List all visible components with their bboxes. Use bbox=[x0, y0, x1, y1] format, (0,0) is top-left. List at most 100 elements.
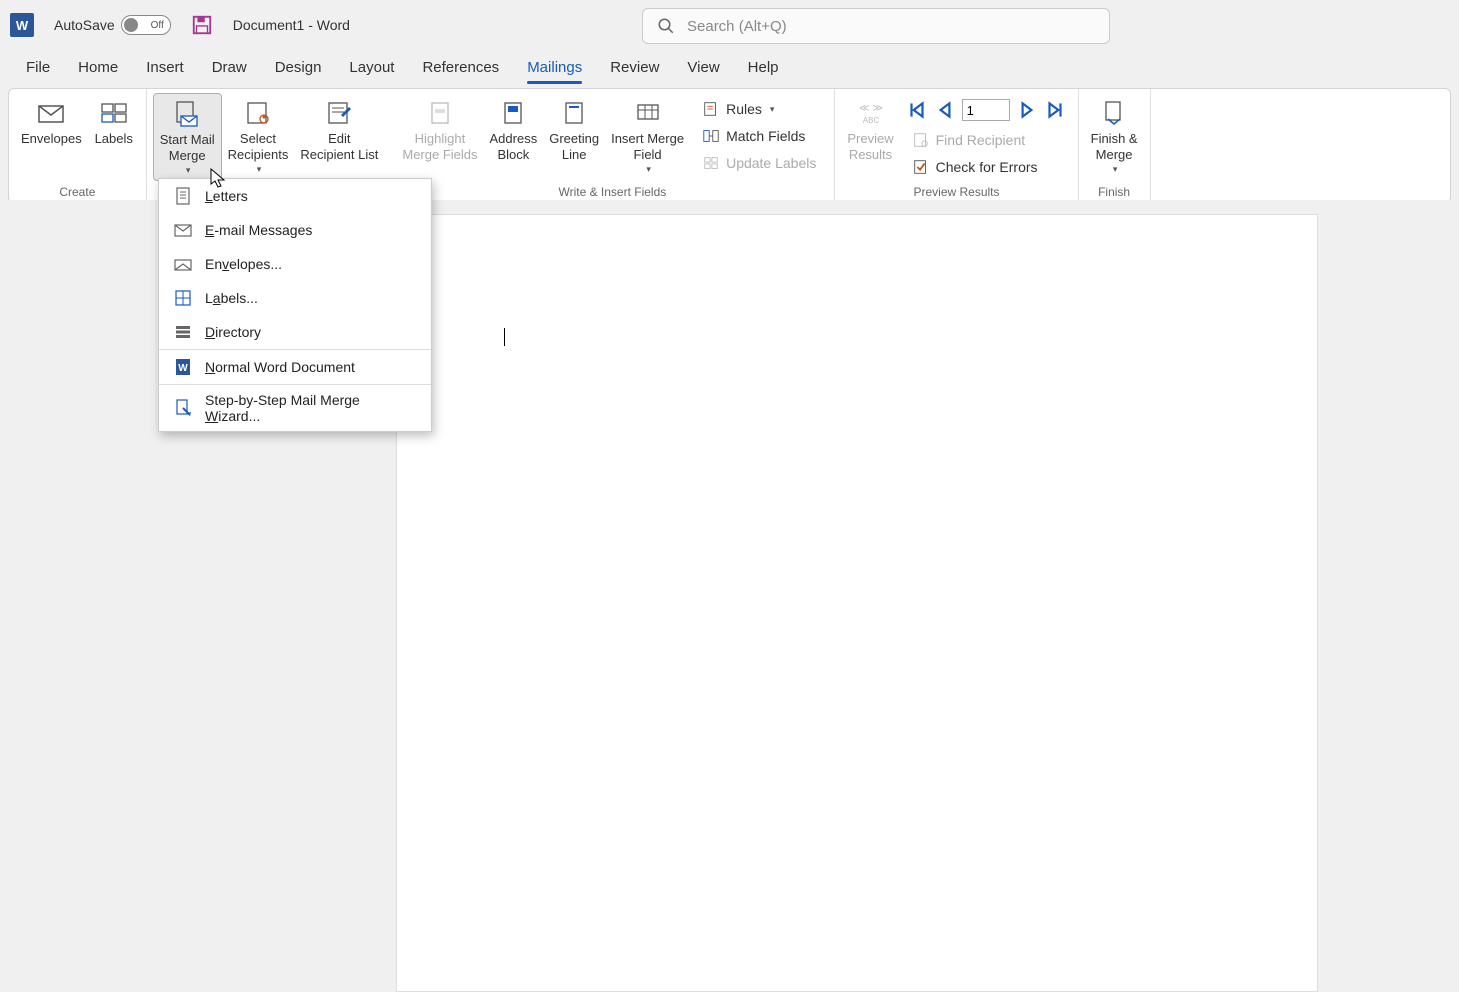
document-page[interactable] bbox=[396, 214, 1318, 992]
search-placeholder: Search (Alt+Q) bbox=[687, 18, 787, 35]
dropdown-item-label: Labels... bbox=[205, 290, 258, 306]
find-recipient-icon bbox=[912, 131, 930, 149]
highlight-label: Highlight Merge Fields bbox=[402, 131, 477, 164]
tab-layout[interactable]: Layout bbox=[335, 53, 408, 82]
last-record-button[interactable] bbox=[1044, 99, 1066, 121]
envelope-icon bbox=[35, 97, 67, 129]
edit-recipient-list-label: Edit Recipient List bbox=[300, 131, 378, 164]
check-errors-icon bbox=[912, 158, 930, 176]
update-labels-button[interactable]: Update Labels bbox=[696, 151, 822, 175]
match-fields-label: Match Fields bbox=[726, 128, 805, 144]
select-recipients-label: Select Recipients bbox=[228, 131, 289, 164]
dropdown-item-label: Directory bbox=[205, 324, 261, 340]
find-recipient-button[interactable]: Find Recipient bbox=[906, 128, 1066, 152]
tab-insert[interactable]: Insert bbox=[132, 53, 198, 82]
group-create: Envelopes Labels Create bbox=[9, 89, 147, 202]
update-labels-label: Update Labels bbox=[726, 155, 816, 171]
highlight-merge-fields-button[interactable]: Highlight Merge Fields bbox=[396, 93, 483, 168]
highlight-icon bbox=[424, 97, 456, 129]
save-icon[interactable] bbox=[191, 14, 213, 36]
dropdown-directory[interactable]: Directory bbox=[159, 315, 431, 349]
dropdown-item-label: Step-by-Step Mail Merge Wizard... bbox=[205, 392, 417, 424]
match-fields-button[interactable]: Match Fields bbox=[696, 124, 822, 148]
tab-design[interactable]: Design bbox=[261, 53, 336, 82]
search-icon bbox=[657, 17, 675, 35]
tab-view[interactable]: View bbox=[673, 53, 733, 82]
first-record-button[interactable] bbox=[906, 99, 928, 121]
wizard-icon bbox=[173, 398, 193, 418]
rules-icon bbox=[702, 100, 720, 118]
tab-file[interactable]: File bbox=[12, 53, 64, 82]
dropdown-wizard[interactable]: Step-by-Step Mail Merge Wizard... bbox=[159, 385, 431, 431]
dropdown-labels[interactable]: Labels... bbox=[159, 281, 431, 315]
svg-text:ABC: ABC bbox=[862, 116, 879, 125]
labels-icon bbox=[98, 97, 130, 129]
finish-merge-icon bbox=[1098, 97, 1130, 129]
chevron-down-icon: ▾ bbox=[257, 164, 262, 175]
preview-results-button[interactable]: ≪ ≫ABC Preview Results bbox=[841, 93, 899, 168]
start-mail-merge-dropdown: Letters E-mail Messages Envelopes... Lab… bbox=[158, 178, 432, 432]
text-cursor bbox=[504, 328, 505, 346]
labels-icon bbox=[173, 288, 193, 308]
insert-merge-field-icon bbox=[632, 97, 664, 129]
rules-label: Rules bbox=[726, 101, 762, 117]
dropdown-email[interactable]: E-mail Messages bbox=[159, 213, 431, 247]
address-block-button[interactable]: Address Block bbox=[484, 93, 544, 168]
dropdown-item-label: Letters bbox=[205, 188, 248, 204]
group-finish: Finish & Merge▾ Finish bbox=[1079, 89, 1151, 202]
search-box[interactable]: Search (Alt+Q) bbox=[642, 8, 1110, 44]
chevron-down-icon: ▾ bbox=[770, 104, 775, 115]
autosave-knob bbox=[124, 18, 138, 32]
mail-icon bbox=[173, 220, 193, 240]
svg-text:W: W bbox=[178, 363, 188, 374]
autosave-toggle[interactable]: Off bbox=[121, 15, 171, 35]
select-recipients-button[interactable]: Select Recipients▾ bbox=[222, 93, 295, 179]
select-recipients-icon bbox=[242, 97, 274, 129]
tab-review[interactable]: Review bbox=[596, 53, 673, 82]
greeting-line-icon bbox=[558, 97, 590, 129]
autosave-state: Off bbox=[151, 20, 164, 31]
doc-icon bbox=[173, 186, 193, 206]
tab-references[interactable]: References bbox=[408, 53, 513, 82]
greeting-line-button[interactable]: Greeting Line bbox=[543, 93, 605, 168]
envelopes-button[interactable]: Envelopes bbox=[15, 93, 88, 151]
chevron-down-icon: ▾ bbox=[186, 165, 191, 176]
tab-home[interactable]: Home bbox=[64, 53, 132, 82]
preview-results-icon: ≪ ≫ABC bbox=[855, 97, 887, 129]
dropdown-envelopes[interactable]: Envelopes... bbox=[159, 247, 431, 281]
update-labels-icon bbox=[702, 154, 720, 172]
tab-help[interactable]: Help bbox=[734, 53, 793, 82]
directory-icon bbox=[173, 322, 193, 342]
finish-merge-button[interactable]: Finish & Merge▾ bbox=[1085, 93, 1144, 179]
greeting-line-label: Greeting Line bbox=[549, 131, 599, 164]
record-number-input[interactable] bbox=[962, 99, 1010, 121]
check-errors-label: Check for Errors bbox=[936, 159, 1038, 175]
group-preview-results: ≪ ≫ABC Preview Results Find Recipient bbox=[835, 89, 1078, 202]
find-recipient-label: Find Recipient bbox=[936, 132, 1026, 148]
check-errors-button[interactable]: Check for Errors bbox=[906, 155, 1066, 179]
preview-results-label: Preview Results bbox=[847, 131, 893, 164]
labels-button[interactable]: Labels bbox=[88, 93, 140, 151]
edit-recipient-list-button[interactable]: Edit Recipient List bbox=[294, 93, 384, 168]
address-block-icon bbox=[497, 97, 529, 129]
edit-recipient-list-icon bbox=[323, 97, 355, 129]
dropdown-normal-word[interactable]: W Normal Word Document bbox=[159, 350, 431, 384]
word-app-icon: W bbox=[10, 13, 34, 37]
tab-mailings[interactable]: Mailings bbox=[513, 53, 596, 82]
chevron-down-icon: ▾ bbox=[646, 164, 651, 175]
dropdown-letters[interactable]: Letters bbox=[159, 179, 431, 213]
start-mail-merge-label: Start Mail Merge bbox=[160, 132, 215, 165]
start-mail-merge-button[interactable]: Start Mail Merge▾ bbox=[153, 93, 222, 181]
document-title: Document1 - Word bbox=[233, 17, 350, 33]
start-mail-merge-icon bbox=[171, 98, 203, 130]
word-doc-icon: W bbox=[173, 357, 193, 377]
address-block-label: Address Block bbox=[490, 131, 538, 164]
tab-draw[interactable]: Draw bbox=[198, 53, 261, 82]
insert-merge-field-label: Insert Merge Field bbox=[611, 131, 684, 164]
next-record-button[interactable] bbox=[1016, 99, 1038, 121]
rules-button[interactable]: Rules ▾ bbox=[696, 97, 822, 121]
dropdown-item-label: E-mail Messages bbox=[205, 222, 312, 238]
insert-merge-field-button[interactable]: Insert Merge Field▾ bbox=[605, 93, 690, 179]
prev-record-button[interactable] bbox=[934, 99, 956, 121]
ribbon-tabs: File Home Insert Draw Design Layout Refe… bbox=[0, 50, 1459, 84]
